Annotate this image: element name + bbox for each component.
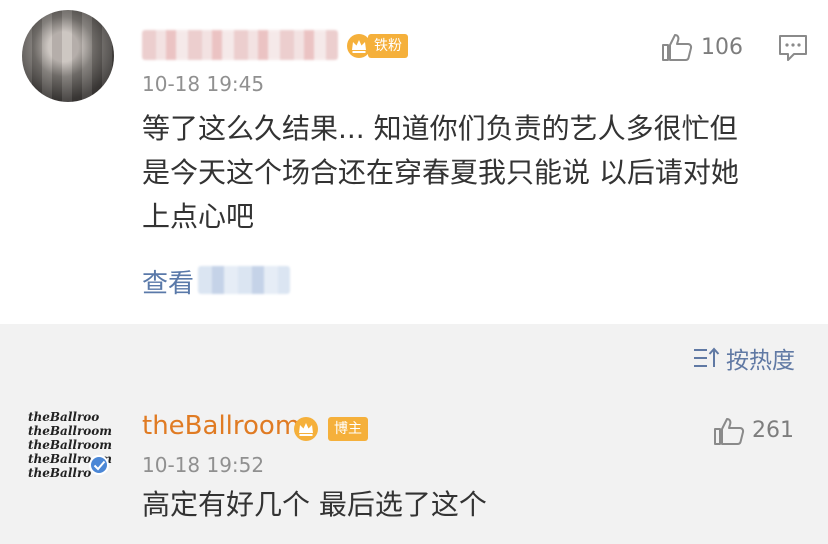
comment-icon[interactable] [778, 34, 808, 62]
avatar-text-line: theBallroom [28, 438, 112, 452]
like-count: 106 [701, 35, 743, 60]
avatar-text-line: theBallroo [28, 410, 100, 424]
comment-line-3: 上点心吧 [142, 200, 255, 233]
comment-time: 10-18 19:45 [142, 72, 265, 96]
view-replies-link[interactable]: 查看 [142, 263, 194, 300]
sort-icon[interactable] [692, 346, 720, 370]
comment-line-2: 是今天这个场合还在穿春夏我只能说 以后请对她 [142, 156, 739, 189]
avatar-text-line: theBallroom [28, 424, 112, 438]
verified-icon [89, 455, 109, 475]
reply-user-name[interactable]: theBallroom [142, 411, 300, 441]
comment-line-1: 等了这么久结果... 知道你们负责的艺人多很忙但 [142, 112, 738, 145]
reply-time: 10-18 19:52 [142, 453, 265, 477]
avatar[interactable] [22, 10, 114, 102]
author-badge: 博主 [328, 417, 368, 441]
view-replies-blurred[interactable] [198, 266, 290, 294]
like-icon[interactable] [660, 32, 694, 62]
reply-like-count: 261 [752, 418, 794, 443]
fan-badge: 铁粉 [368, 34, 408, 58]
crown-icon [294, 417, 318, 441]
sort-by-hot[interactable]: 按热度 [726, 341, 795, 375]
like-icon[interactable] [712, 416, 746, 446]
reply-text: 高定有好几个 最后选了这个 [142, 488, 487, 521]
user-name-blurred[interactable] [142, 30, 338, 60]
